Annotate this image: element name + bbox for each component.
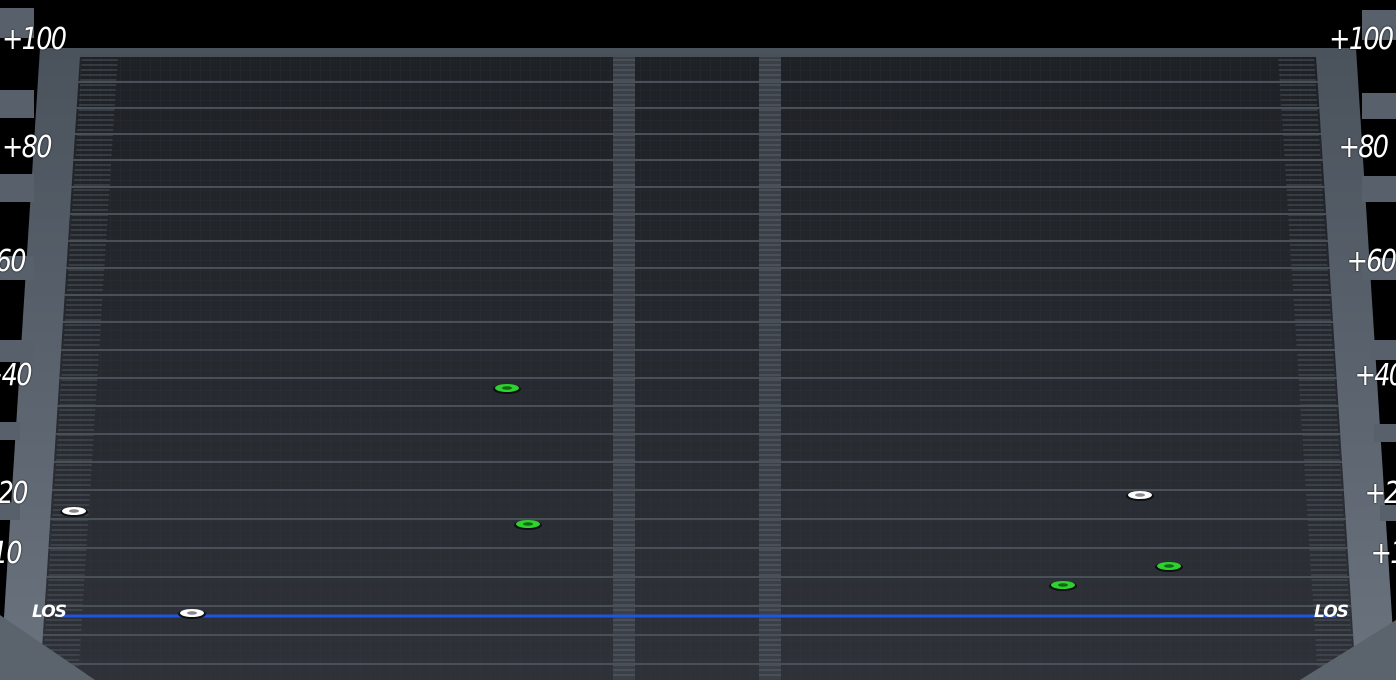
- right-marker-block: [1362, 93, 1396, 119]
- yard-label-right: +80: [1338, 130, 1389, 165]
- player-marker-green[interactable]: [514, 520, 542, 530]
- right-marker-block: [1370, 340, 1396, 360]
- player-marker-green[interactable]: [493, 384, 521, 394]
- player-marker-white[interactable]: [178, 609, 206, 619]
- yard-label-right: +60: [1346, 244, 1396, 279]
- player-marker-white[interactable]: [1126, 491, 1154, 501]
- yard-label-right: +40: [1354, 358, 1396, 393]
- yard-label-right: +20: [1364, 476, 1396, 511]
- yard-label-right: +10: [1370, 536, 1396, 571]
- left-marker-block: [0, 174, 34, 202]
- los-label-left: LOS: [32, 602, 67, 622]
- yard-label-left: +40: [0, 358, 32, 393]
- los-label-right: LOS: [1314, 602, 1349, 622]
- left-marker-block: [0, 90, 34, 118]
- yard-label-left: +80: [2, 130, 52, 165]
- player-marker-green[interactable]: [1155, 562, 1183, 572]
- player-marker-white[interactable]: [60, 507, 88, 517]
- left-marker-block: [0, 422, 20, 440]
- player-marker-green[interactable]: [1049, 581, 1077, 591]
- yard-label-right: +100: [1329, 22, 1394, 57]
- right-marker-block: [1374, 424, 1396, 442]
- field-view: [0, 48, 1396, 680]
- right-marker-block: [1362, 176, 1396, 202]
- yard-label-left: +20: [0, 476, 28, 511]
- yard-label-left: +60: [0, 244, 26, 279]
- yard-label-left: +100: [2, 22, 67, 57]
- yard-label-left: +10: [0, 536, 22, 571]
